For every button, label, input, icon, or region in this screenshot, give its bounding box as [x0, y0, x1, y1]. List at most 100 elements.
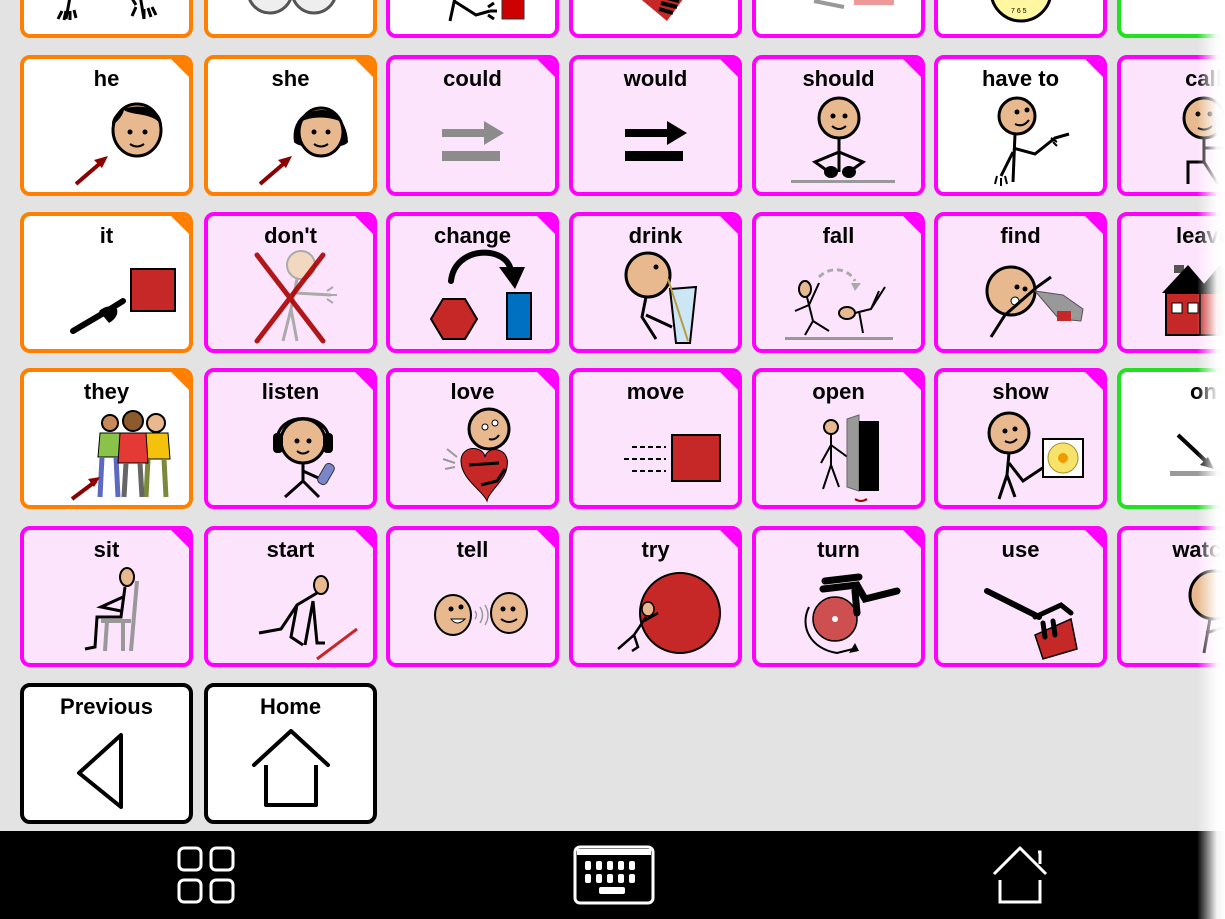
symbol-cell-he[interactable]: he [20, 55, 193, 196]
they-group-symbol-icon [24, 406, 189, 503]
cell-label: should [802, 66, 875, 91]
cell-label: sit [93, 537, 120, 562]
dont-crossed-person-symbol-icon [208, 249, 373, 347]
try-push-ball-symbol-icon [573, 564, 738, 661]
have-to-pointing-person-symbol-icon [938, 93, 1103, 190]
bottom-toolbar [0, 831, 1225, 919]
symbol-cell-it[interactable]: it [20, 212, 193, 353]
turn-knob-symbol-icon [756, 564, 921, 661]
symbol-board: 7 6 5 he she could would should have to … [0, 0, 1225, 831]
symbol-cell-turn[interactable]: turn [752, 526, 925, 667]
partial-cell-7[interactable] [1117, 0, 1225, 38]
cell-label: open [812, 379, 865, 404]
faces-symbol-icon [208, 0, 373, 18]
listen-headphones-symbol-icon [208, 406, 373, 503]
symbol-cell-change[interactable]: change [386, 212, 559, 353]
previous-button[interactable]: Previous [20, 683, 193, 824]
symbol-cell-love[interactable]: love [386, 368, 559, 509]
cell-label: have to [981, 66, 1060, 91]
watch-person-symbol-icon [1121, 564, 1225, 661]
cell-label: watch [1172, 537, 1225, 562]
home-toolbar-button[interactable] [990, 831, 1050, 919]
partial-cell-1[interactable] [20, 0, 193, 38]
cell-label: love [450, 379, 495, 404]
call-person-phone-symbol-icon [1121, 93, 1225, 190]
symbol-cell-use[interactable]: use [934, 526, 1107, 667]
cell-label: find [1000, 223, 1041, 248]
move-square-symbol-icon [573, 406, 738, 503]
symbol-cell-watch[interactable]: watch [1117, 526, 1225, 667]
cell-label: try [641, 537, 670, 562]
could-gray-arrow-symbol-icon [390, 93, 555, 190]
symbol-cell-find[interactable]: find [934, 212, 1107, 353]
cell-label: change [433, 223, 512, 248]
start-runner-symbol-icon [208, 564, 373, 661]
partial-cell-4[interactable] [569, 0, 742, 38]
hands-symbol-icon [24, 0, 189, 28]
he-boy-face-symbol-icon [24, 93, 189, 190]
grid-view-button[interactable] [176, 831, 236, 919]
hand-red-shape-symbol-icon [573, 0, 738, 28]
symbol-cell-she[interactable]: she [204, 55, 377, 196]
symbol-cell-open[interactable]: open [752, 368, 925, 509]
symbol-cell-listen[interactable]: listen [204, 368, 377, 509]
open-door-symbol-icon [756, 406, 921, 503]
keyboard-button[interactable] [572, 831, 656, 919]
cell-label: call [1185, 66, 1222, 91]
tell-faces-symbol-icon [390, 564, 555, 661]
previous-label: Previous [60, 694, 153, 719]
leave-house-symbol-icon [1121, 250, 1225, 347]
partial-cell-3[interactable] [386, 0, 559, 38]
symbol-cell-have-to[interactable]: have to [934, 55, 1107, 196]
cell-label: it [99, 223, 114, 248]
would-black-arrow-symbol-icon [573, 93, 738, 190]
symbol-cell-should[interactable]: should [752, 55, 925, 196]
symbol-cell-call[interactable]: call [1117, 55, 1225, 196]
cell-label: she [271, 66, 310, 91]
symbol-cell-leave[interactable]: leave [1117, 212, 1225, 353]
cell-label: could [443, 66, 502, 91]
she-girl-face-symbol-icon [208, 93, 373, 190]
partial-cell-5[interactable] [752, 0, 925, 38]
home-button[interactable]: Home [204, 683, 377, 824]
partial-cell-2[interactable] [204, 0, 377, 38]
home-outline-icon [208, 721, 373, 818]
cell-label: move [626, 379, 685, 404]
should-person-symbol-icon [756, 93, 921, 190]
symbol-cell-tell[interactable]: tell [386, 526, 559, 667]
cell-label: tell [456, 537, 489, 562]
on-arrow-block-symbol-icon [1121, 406, 1225, 503]
symbol-cell-they[interactable]: they [20, 368, 193, 509]
partial-cell-6[interactable]: 7 6 5 [934, 0, 1107, 38]
symbol-cell-on[interactable]: on [1117, 368, 1225, 509]
cell-label: he [93, 66, 120, 91]
symbol-cell-dont[interactable]: don't [204, 212, 377, 353]
show-flower-picture-symbol-icon [938, 406, 1103, 503]
it-pointing-square-symbol-icon [24, 250, 189, 347]
symbol-cell-drink[interactable]: drink [569, 212, 742, 353]
cell-label: fall [822, 223, 855, 248]
symbol-cell-could[interactable]: could [386, 55, 559, 196]
hand-reach-symbol-icon [390, 0, 555, 28]
symbol-cell-sit[interactable]: sit [20, 526, 193, 667]
fall-people-symbol-icon [756, 250, 921, 347]
drink-glass-symbol-icon [573, 250, 738, 347]
love-heart-symbol-icon [390, 406, 555, 503]
symbol-cell-try[interactable]: try [569, 526, 742, 667]
keyboard-icon [573, 845, 655, 905]
cell-label: don't [264, 223, 317, 248]
symbol-cell-move[interactable]: move [569, 368, 742, 509]
cell-label: use [1001, 537, 1040, 562]
symbol-cell-would[interactable]: would [569, 55, 742, 196]
clock-symbol-icon: 7 6 5 [938, 0, 1103, 28]
sit-chair-symbol-icon [24, 564, 189, 661]
cell-label: show [992, 379, 1049, 404]
stick-symbol-icon [1121, 0, 1225, 24]
symbol-cell-show[interactable]: show [934, 368, 1107, 509]
symbol-cell-start[interactable]: start [204, 526, 377, 667]
cell-label: on [1190, 379, 1217, 404]
cell-label: drink [628, 223, 683, 248]
symbol-cell-fall[interactable]: fall [752, 212, 925, 353]
cell-label: would [623, 66, 688, 91]
cell-label: start [266, 537, 315, 562]
